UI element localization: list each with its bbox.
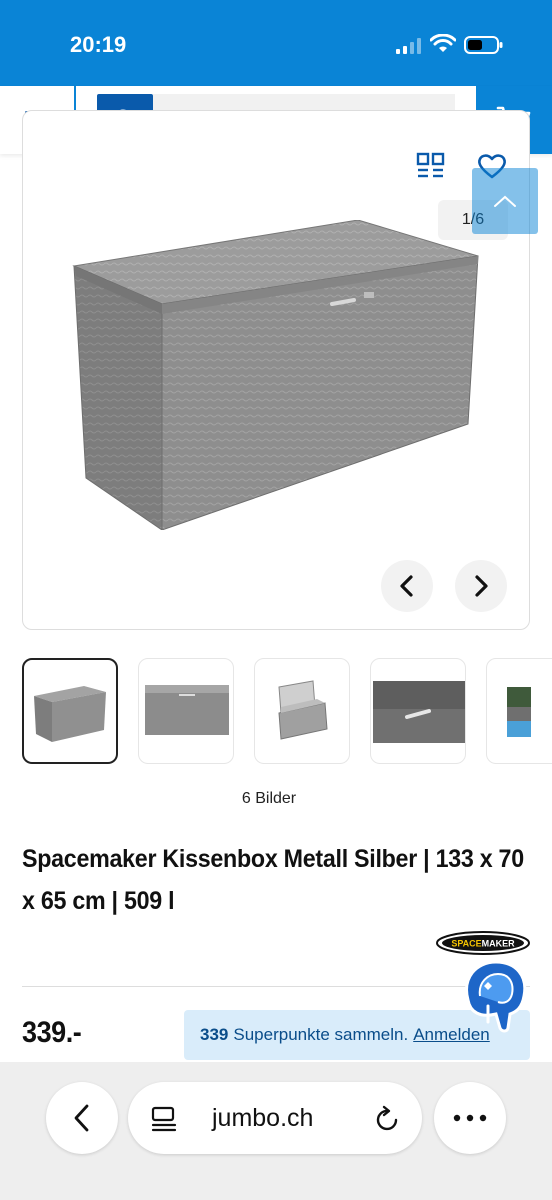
wifi-icon (430, 34, 456, 52)
back-chevron-icon (74, 1104, 89, 1132)
more-dots-icon (453, 1114, 487, 1122)
reader-mode-icon[interactable] (150, 1106, 178, 1132)
divider (22, 986, 530, 987)
thumbnail-2[interactable] (138, 658, 234, 764)
battery-icon (464, 36, 503, 54)
browser-back-button[interactable] (46, 1082, 118, 1154)
product-title: Spacemaker Kissenbox Metall Silber | 133… (22, 845, 524, 915)
superpoints-count: 339 (200, 1025, 229, 1044)
status-time: 20:19 (70, 32, 127, 57)
thumbnail-4[interactable] (370, 658, 466, 764)
chevron-right-icon (475, 575, 488, 597)
brand-logo[interactable]: SPACEMAKER (436, 930, 530, 956)
browser-more-button[interactable] (434, 1082, 506, 1154)
compare-icon[interactable] (416, 152, 446, 180)
scroll-to-top-button[interactable] (472, 168, 538, 234)
previous-image-button[interactable] (381, 560, 433, 612)
chevron-left-icon (400, 575, 413, 597)
address-domain: jumbo.ch (212, 1104, 314, 1132)
chevron-up-icon (494, 195, 516, 207)
mascot-chat-icon[interactable] (458, 956, 532, 1034)
thumbnail-3[interactable] (254, 658, 350, 764)
thumbnail-strip (22, 658, 552, 766)
cellular-signal-icon (396, 38, 421, 54)
product-price: 339.- (22, 1016, 82, 1049)
address-bar[interactable]: jumbo.ch (128, 1082, 422, 1154)
image-count-label: 6 Bilder (241, 790, 297, 807)
reload-icon[interactable] (374, 1104, 402, 1134)
product-image (72, 220, 479, 530)
thumbnail-1[interactable] (22, 658, 118, 764)
next-image-button[interactable] (455, 560, 507, 612)
status-bar: 20:19 (0, 0, 552, 86)
browser-toolbar: jumbo.ch (0, 1062, 552, 1200)
superpoints-text: Superpunkte sammeln. (233, 1025, 409, 1044)
thumbnail-5[interactable] (486, 658, 552, 764)
svg-text:SPACEMAKER: SPACEMAKER (451, 939, 515, 949)
